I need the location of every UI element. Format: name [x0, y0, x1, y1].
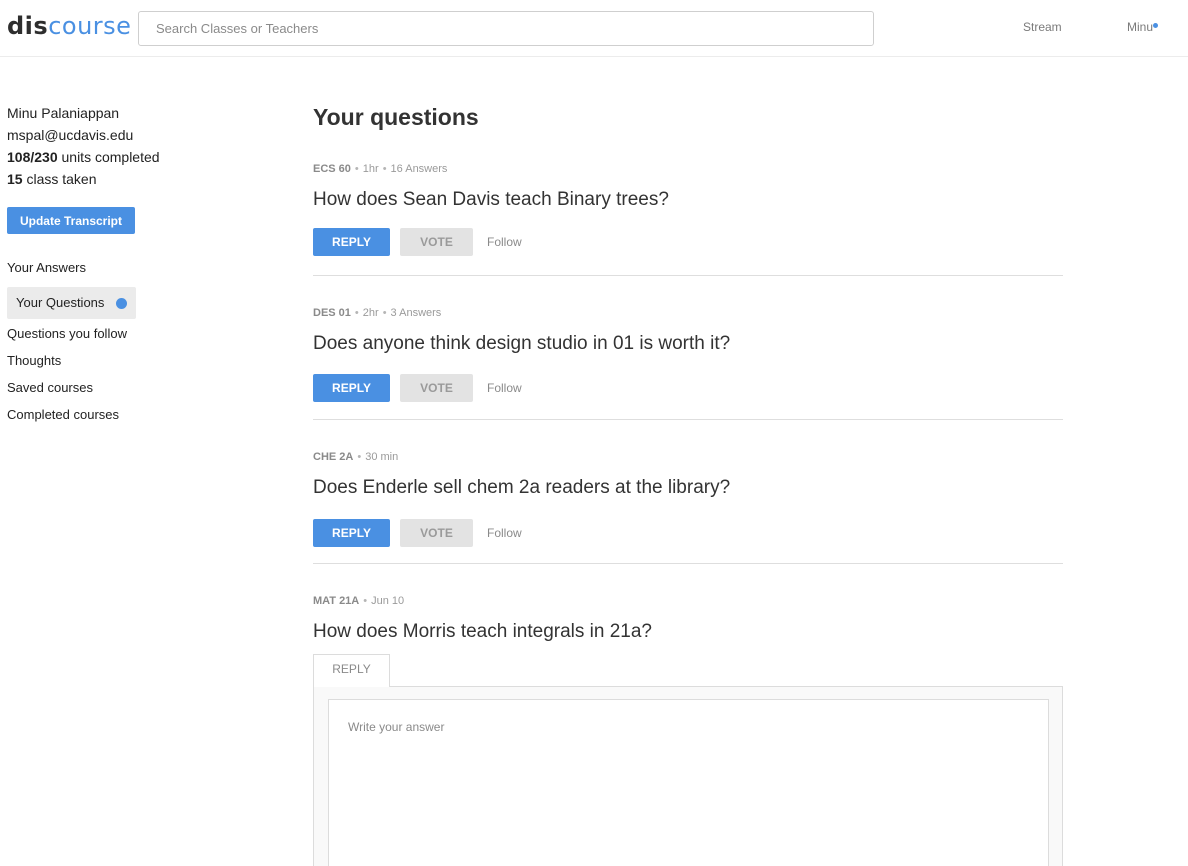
sidebar-item-completed-courses[interactable]: Completed courses: [7, 407, 119, 422]
question-course[interactable]: CHE 2A: [313, 451, 353, 463]
question-time: 1hr: [362, 163, 379, 175]
answer-textarea[interactable]: [328, 699, 1049, 866]
reply-button[interactable]: REPLY: [313, 374, 390, 402]
question-card: CHE 2A • 30 min Does Enderle sell chem 2a …: [313, 451, 1063, 547]
question-card: MAT 21A • Jun 10 How does Morris teach int…: [313, 595, 1063, 643]
vote-button[interactable]: VOTE: [400, 519, 473, 547]
question-meta: ECS 60 • 1hr • 16 Answers: [313, 163, 1063, 177]
vote-button[interactable]: VOTE: [400, 374, 473, 402]
question-answer-count[interactable]: 16 Answers: [391, 163, 448, 175]
question-time: 30 min: [365, 451, 399, 463]
question-course[interactable]: DES 01: [313, 307, 351, 319]
meta-separator: •: [354, 163, 359, 175]
divider: [313, 275, 1063, 276]
question-time: 2hr: [362, 307, 379, 319]
profile-name: Minu Palaniappan: [7, 105, 120, 121]
sidebar-item-label: Your Questions: [16, 295, 105, 310]
divider: [313, 419, 1063, 420]
classes-label: class taken: [22, 171, 97, 187]
meta-separator: •: [382, 163, 387, 175]
nav-user-menu[interactable]: Minu: [1127, 20, 1159, 34]
reply-tab[interactable]: REPLY: [313, 654, 390, 687]
follow-link[interactable]: Follow: [487, 526, 522, 540]
sidebar-item-your-answers[interactable]: Your Answers: [7, 260, 86, 275]
vote-button[interactable]: VOTE: [400, 228, 473, 256]
reply-button[interactable]: REPLY: [313, 228, 390, 256]
question-actions: REPLY VOTE Follow: [313, 374, 1063, 402]
logo[interactable]: discourse: [7, 12, 131, 40]
question-actions: REPLY VOTE Follow: [313, 228, 1063, 256]
profile-email: mspal@ucdavis.edu: [7, 127, 134, 143]
question-card: DES 01 • 2hr • 3 Answers Does anyone think d…: [313, 307, 1063, 402]
question-title[interactable]: Does anyone think design studio in 01 is…: [313, 333, 1063, 355]
meta-separator: •: [357, 451, 362, 463]
sidebar-item-your-questions[interactable]: Your Questions: [7, 287, 136, 319]
units-label: units completed: [57, 149, 160, 165]
follow-link[interactable]: Follow: [487, 235, 522, 249]
top-bar: discourse Stream Minu: [0, 0, 1188, 57]
question-title[interactable]: How does Sean Davis teach Binary trees?: [313, 189, 1063, 211]
profile-info: Minu Palaniappan mspal@ucdavis.edu 108/2…: [7, 102, 160, 190]
question-meta: DES 01 • 2hr • 3 Answers: [313, 307, 1063, 321]
active-dot-icon: [116, 298, 127, 309]
nav-user-label: Minu: [1127, 20, 1154, 34]
logo-part-dis: dis: [7, 12, 49, 40]
divider: [313, 563, 1063, 564]
update-transcript-button[interactable]: Update Transcript: [7, 207, 135, 234]
meta-separator: •: [382, 307, 387, 319]
sidebar-item-saved-courses[interactable]: Saved courses: [7, 380, 93, 395]
sidebar-item-questions-you-follow[interactable]: Questions you follow: [7, 326, 127, 341]
search-input[interactable]: [138, 11, 874, 46]
question-meta: MAT 21A • Jun 10: [313, 595, 1063, 609]
profile-classes: 15 class taken: [7, 168, 160, 190]
sidebar-item-thoughts[interactable]: Thoughts: [7, 353, 61, 368]
reply-panel: [313, 686, 1063, 866]
meta-separator: •: [363, 595, 368, 607]
question-title[interactable]: How does Morris teach integrals in 21a?: [313, 621, 1063, 643]
question-course[interactable]: MAT 21A: [313, 595, 359, 607]
meta-separator: •: [354, 307, 359, 319]
units-value: 108/230: [7, 149, 58, 165]
question-answer-count[interactable]: 3 Answers: [391, 307, 442, 319]
logo-part-course: course: [48, 12, 132, 40]
question-actions: REPLY VOTE Follow: [313, 519, 1063, 547]
profile-units: 108/230 units completed: [7, 146, 160, 168]
question-meta: CHE 2A • 30 min: [313, 451, 1063, 465]
classes-value: 15: [7, 171, 23, 187]
question-course[interactable]: ECS 60: [313, 163, 351, 175]
nav-stream-link[interactable]: Stream: [1023, 20, 1062, 34]
question-time: Jun 10: [371, 595, 405, 607]
reply-button[interactable]: REPLY: [313, 519, 390, 547]
notification-dot-icon: [1153, 23, 1159, 28]
question-card: ECS 60 • 1hr • 16 Answers How does Sean Davi…: [313, 163, 1063, 256]
page-title: Your questions: [313, 104, 479, 130]
question-title[interactable]: Does Enderle sell chem 2a readers at the…: [313, 477, 1063, 499]
follow-link[interactable]: Follow: [487, 381, 522, 395]
